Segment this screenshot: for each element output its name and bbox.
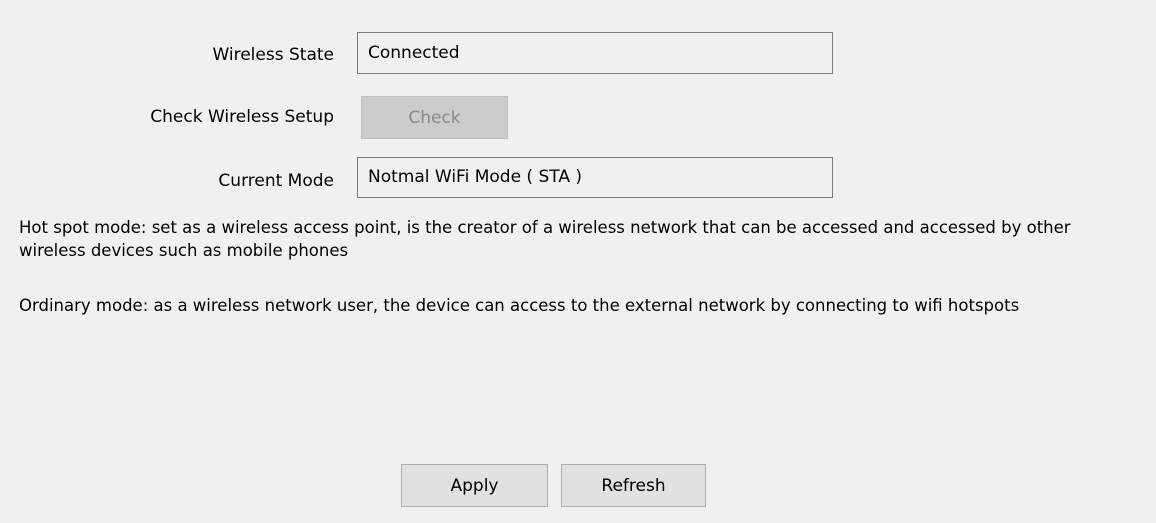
refresh-button[interactable]: Refresh [561,464,706,507]
check-wireless-setup-label: Check Wireless Setup [150,107,334,127]
hotspot-mode-description: Hot spot mode: set as a wireless access … [19,218,1071,260]
apply-button[interactable]: Apply [401,464,548,507]
current-mode-field: Notmal WiFi Mode ( STA ) [357,157,833,198]
wireless-state-label: Wireless State [212,45,334,65]
wireless-settings-panel: Wireless State Connected Check Wireless … [0,0,1156,523]
current-mode-label: Current Mode [218,171,334,191]
check-button[interactable]: Check [361,96,508,139]
ordinary-mode-description: Ordinary mode: as a wireless network use… [19,296,1020,315]
wireless-state-field: Connected [357,32,833,74]
